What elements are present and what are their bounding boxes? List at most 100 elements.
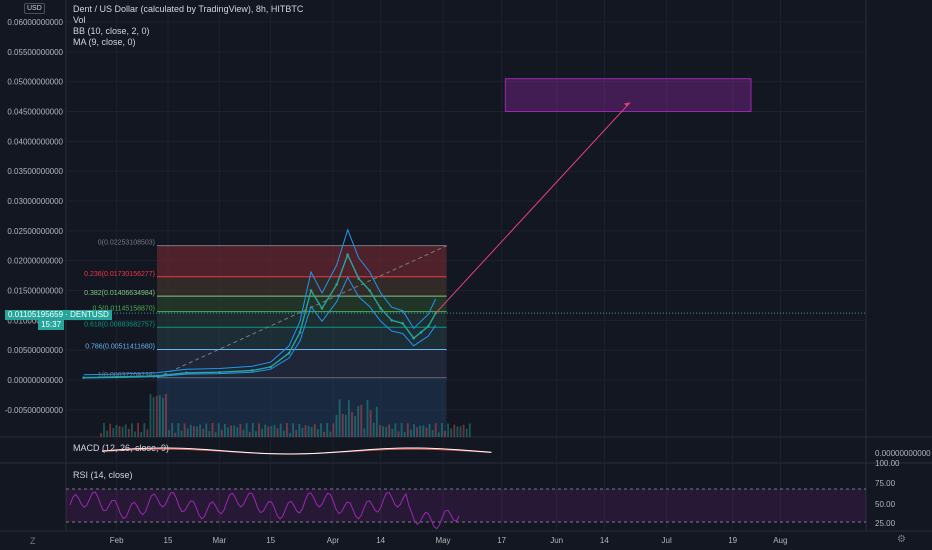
volume-bar — [205, 423, 208, 437]
volume-bar — [258, 423, 260, 437]
volume-bar — [444, 430, 446, 437]
volume-bar — [394, 423, 397, 437]
chart-svg[interactable]: 0(0.02253108503) 0.236(0.01730156277) 0.38… — [0, 0, 932, 550]
volume-bar — [189, 424, 192, 437]
fibonacci-retracement[interactable]: 0(0.02253108503) 0.236(0.01730156277) 0.38… — [84, 240, 447, 437]
volume-bar — [251, 423, 254, 437]
volume-bar — [286, 423, 288, 437]
y-tick-label: 0.05000000000 — [7, 78, 63, 87]
last-price-tag: 0.01105195659 · DENTUSD — [5, 310, 112, 320]
volume-bar — [227, 427, 229, 437]
x-tick-label: Feb — [110, 536, 124, 545]
x-tick-label: 15 — [266, 536, 275, 545]
settings-icon[interactable]: ⚙ — [897, 534, 906, 545]
volume-bar — [313, 424, 316, 437]
volume-bar — [239, 424, 242, 437]
fib-level-label: 0(0.02253108503) — [98, 240, 155, 247]
volume-bar — [441, 423, 443, 437]
volume-bar — [183, 423, 186, 437]
ticker-label: DENTUSD — [70, 310, 109, 319]
volume-bar — [391, 428, 394, 437]
zoom-icon[interactable]: Z — [30, 536, 36, 546]
currency-button[interactable]: USD — [24, 3, 45, 14]
rsi-tick-label: 75.00 — [875, 479, 896, 488]
legend-bollinger[interactable]: BB (10, close, 2, 0) — [73, 26, 150, 37]
volume-bar — [100, 433, 102, 437]
volume-bar — [115, 425, 118, 437]
x-tick-label: 14 — [376, 536, 385, 545]
volume-bar — [109, 423, 112, 437]
y-tick-label: 0.03500000000 — [7, 167, 63, 176]
legend-macd[interactable]: MACD (12, 26, close, 9) — [73, 443, 169, 454]
volume-bar — [267, 426, 270, 437]
volume-bar — [118, 426, 121, 437]
volume-bar — [332, 423, 335, 437]
volume-bar — [437, 432, 440, 437]
volume-bar — [434, 423, 437, 437]
target-zone[interactable] — [435, 78, 752, 314]
volume-bar — [279, 423, 282, 437]
volume-bar — [242, 429, 245, 437]
volume-bar — [329, 431, 332, 437]
volume-bar — [459, 426, 462, 437]
volume-bar — [174, 432, 177, 437]
legend-rsi[interactable]: RSI (14, close) — [73, 470, 133, 481]
volume-bar — [134, 431, 136, 437]
volume-bar — [344, 414, 347, 437]
volume-bar — [106, 430, 108, 437]
volume-bar — [416, 427, 418, 437]
volume-bar — [193, 426, 195, 437]
volume-bar — [137, 423, 139, 437]
fib-zone — [157, 296, 447, 312]
y-tick-label: 0.03000000000 — [7, 197, 63, 206]
volume-bar — [419, 425, 422, 437]
volume-bar — [366, 399, 369, 437]
volume-bar — [372, 422, 375, 437]
volume-bar — [208, 431, 211, 437]
volume-bar — [236, 427, 239, 437]
volume-bar — [447, 423, 449, 437]
volume-bar — [230, 425, 232, 437]
volume-bar — [388, 424, 391, 437]
y-tick-label: 0.02500000000 — [7, 227, 63, 236]
rsi-tick-label: 50.00 — [875, 500, 896, 509]
rsi-pane — [66, 488, 866, 530]
fib-level-label: 0.236(0.01730156277) — [84, 271, 155, 278]
rsi-tick-label: 100.00 — [875, 459, 900, 468]
volume-bar — [186, 428, 189, 437]
legend-moving-average[interactable]: MA (9, close, 0) — [73, 37, 136, 48]
volume-bar — [282, 430, 285, 437]
last-price-value: 0.01105195659 — [8, 310, 64, 319]
volume-bar — [360, 404, 363, 437]
volume-bar — [214, 432, 217, 437]
volume-bar — [112, 428, 115, 437]
volume-bar — [261, 428, 263, 437]
volume-bar — [428, 423, 431, 437]
volume-bar — [131, 423, 133, 437]
volume-bar — [276, 428, 279, 437]
volume-bar — [406, 423, 409, 437]
volume-bar — [317, 429, 319, 437]
volume-bar — [307, 425, 310, 437]
legend-volume[interactable]: Vol — [73, 15, 86, 26]
volume-bar — [295, 430, 298, 437]
volume-bar — [162, 397, 164, 437]
y-tick-label: 0.04000000000 — [7, 137, 63, 146]
volume-bar — [413, 424, 415, 437]
volume-bar — [397, 431, 400, 437]
volume-bar — [468, 423, 471, 437]
fib-level-label: 0.786(0.00511411680) — [85, 343, 155, 350]
volume-bar — [348, 400, 350, 437]
volume-bar — [292, 423, 294, 437]
macd-axis-label: 0.00000000000 — [875, 449, 931, 458]
y-tick-label: 0.06000000000 — [7, 18, 63, 27]
y-tick-label: 0.01500000000 — [7, 287, 63, 296]
volume-bar — [375, 406, 378, 437]
x-tick-label: 17 — [497, 536, 506, 545]
axes: 0.06000000000 0.05500000000 0.05000000000 0… — [5, 18, 931, 545]
volume-bar — [410, 429, 412, 437]
volume-bar — [180, 430, 183, 437]
volume-bar — [158, 395, 161, 437]
projection-arrow — [435, 102, 631, 314]
bar-countdown: 15:37 — [38, 320, 65, 330]
